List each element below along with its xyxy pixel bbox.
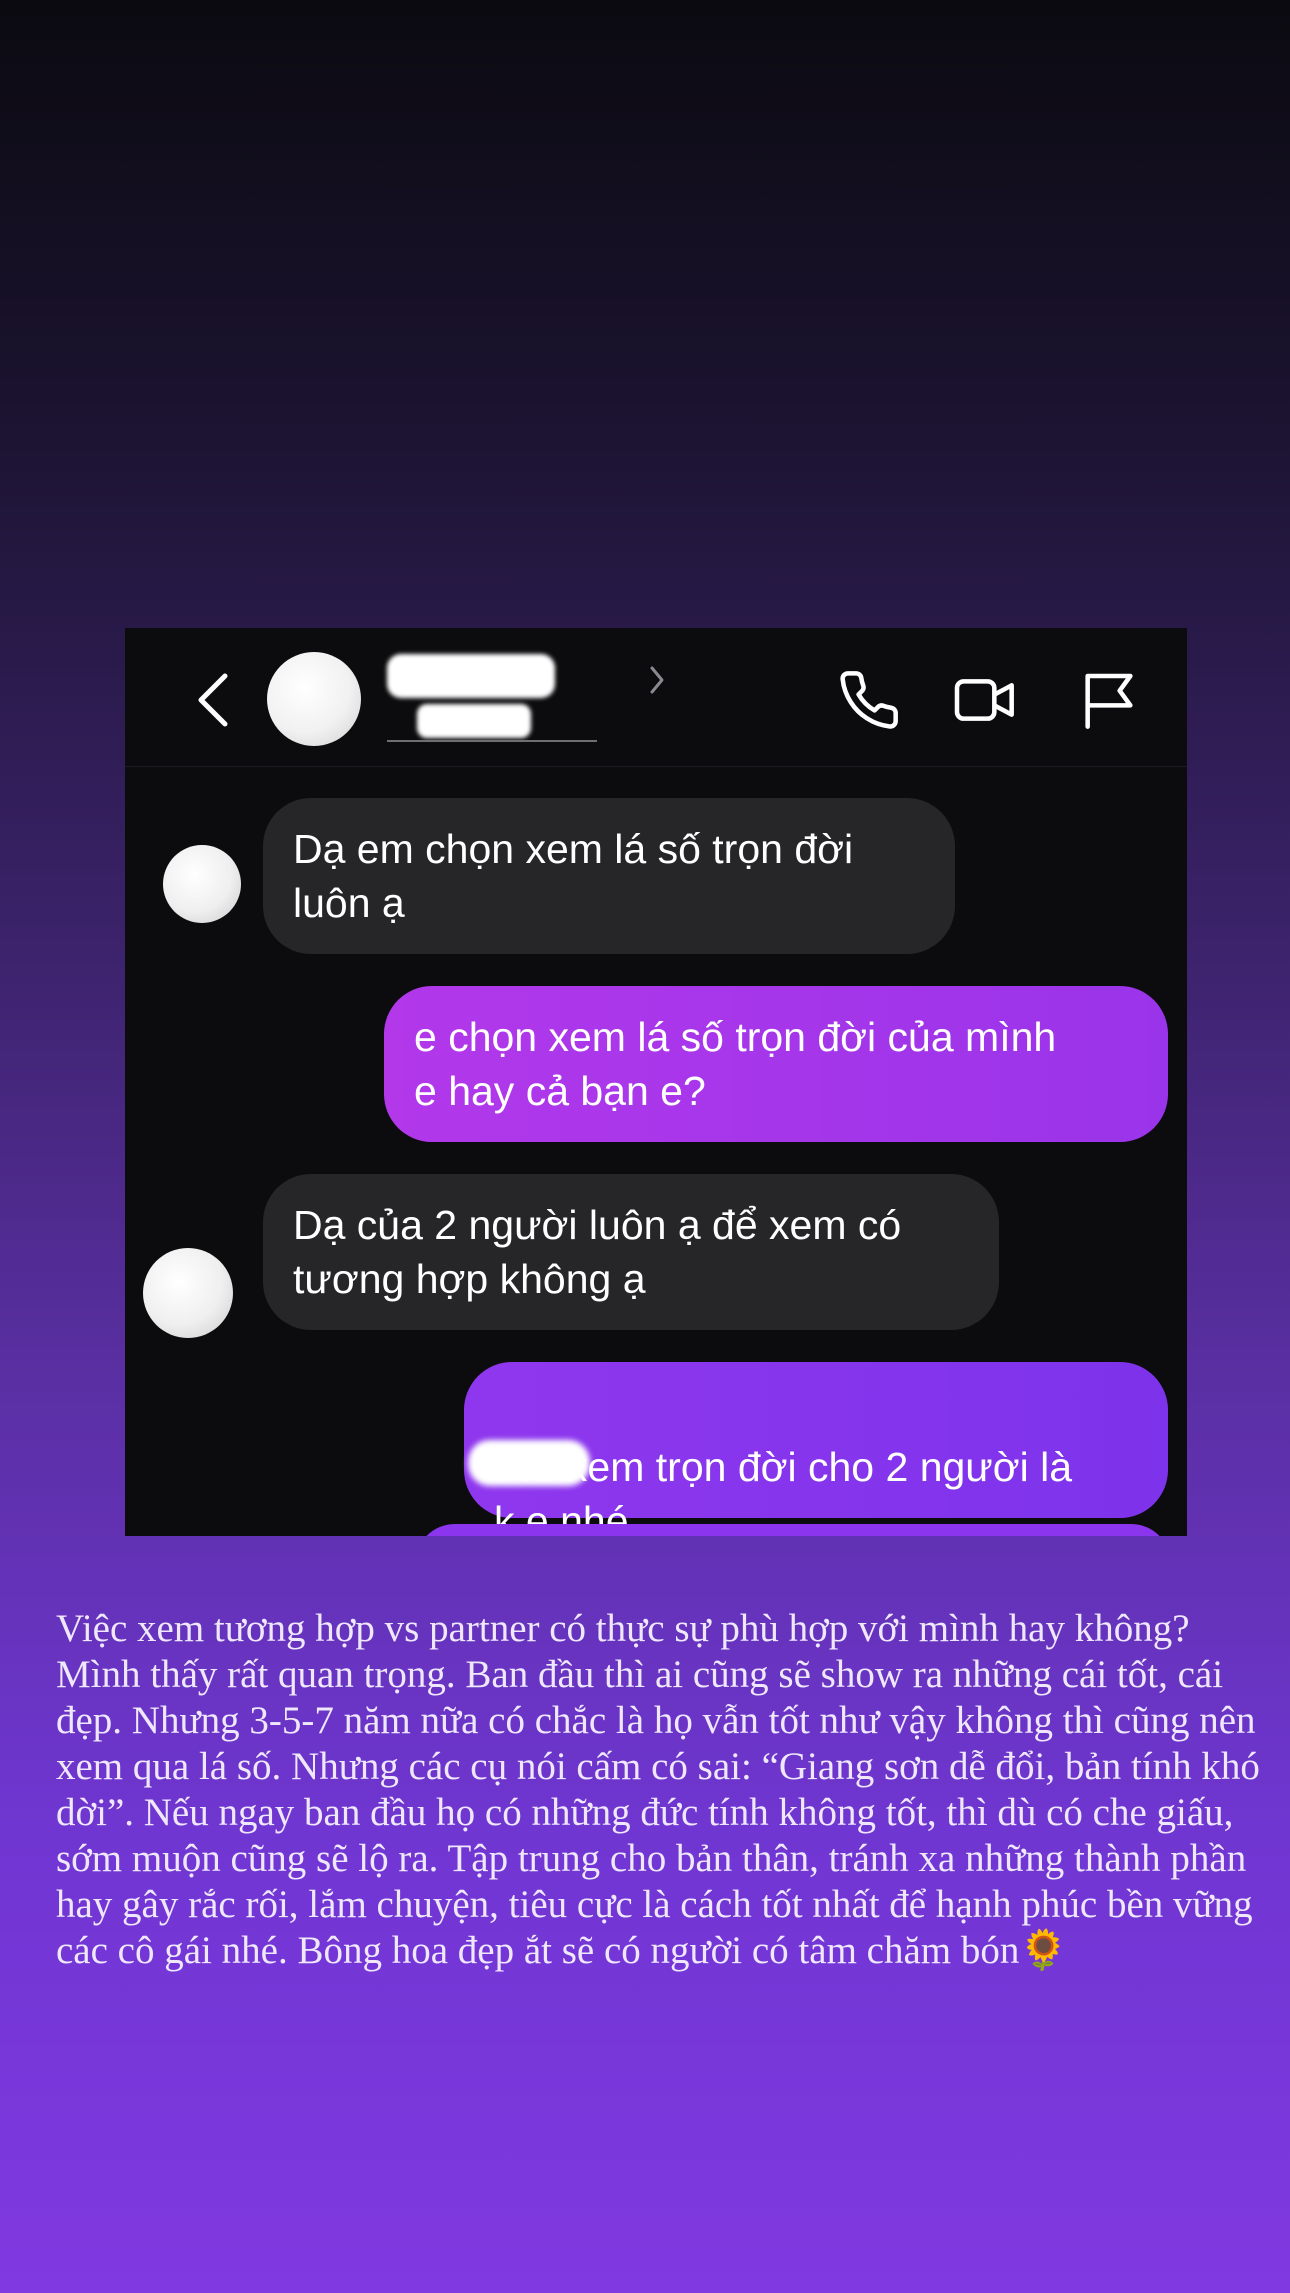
redacted-contact-name bbox=[387, 654, 555, 698]
message-bubble-outgoing[interactable]: e chọn xem lá số trọn đời của mình e hay… bbox=[384, 986, 1168, 1142]
name-underline bbox=[387, 740, 597, 742]
message-bubble-incoming[interactable]: Dạ em chọn xem lá số trọn đời luôn ạ bbox=[263, 798, 955, 954]
video-camera-icon[interactable] bbox=[953, 668, 1017, 732]
story-caption: Việc xem tương hợp vs partner có thực sự… bbox=[56, 1607, 1260, 1972]
sender-avatar[interactable] bbox=[143, 1248, 233, 1338]
redacted-contact-username bbox=[417, 704, 531, 738]
message-bubble-incoming[interactable]: Dạ của 2 người luôn ạ để xem có tương hợ… bbox=[263, 1174, 999, 1330]
contact-avatar[interactable] bbox=[267, 652, 361, 746]
next-message-bubble-edge bbox=[415, 1524, 1171, 1536]
chat-screenshot: Dạ em chọn xem lá số trọn đời luôn ạ e c… bbox=[125, 628, 1187, 1536]
redacted-price bbox=[468, 1440, 590, 1486]
chevron-right-icon[interactable] bbox=[647, 662, 667, 698]
chat-header bbox=[125, 628, 1187, 767]
phone-icon[interactable] bbox=[837, 668, 901, 732]
sender-avatar[interactable] bbox=[163, 845, 241, 923]
message-bubble-outgoing[interactable]: Phí xem trọn đời cho 2 người là k e nhé bbox=[464, 1362, 1168, 1536]
flag-icon[interactable] bbox=[1077, 668, 1141, 732]
back-chevron-icon[interactable] bbox=[193, 670, 233, 730]
